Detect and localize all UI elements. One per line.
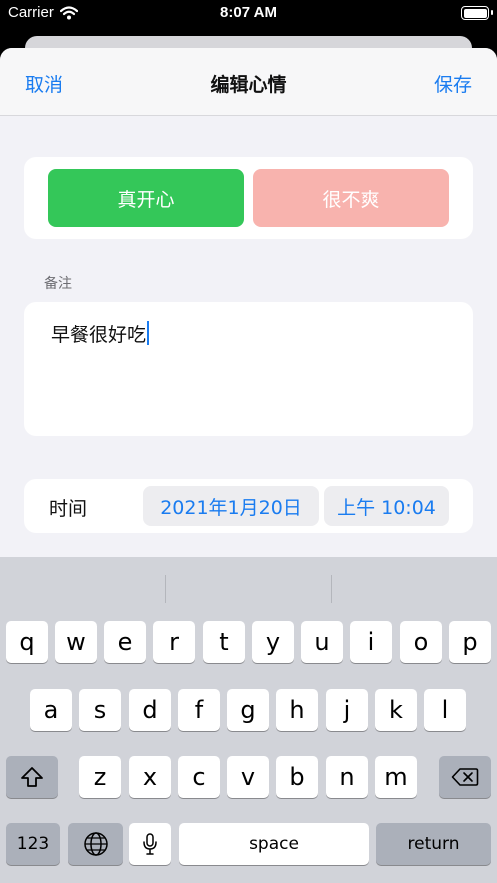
globe-icon (83, 832, 108, 856)
status-time: 8:07 AM (220, 4, 277, 21)
key-e[interactable]: e (104, 621, 146, 663)
key-x[interactable]: x (129, 756, 171, 798)
note-textarea[interactable]: 早餐很好吃 (24, 302, 473, 436)
time-row: 时间 2021年1月20日 上午 10:04 (24, 479, 473, 533)
cancel-button[interactable]: 取消 (25, 70, 63, 97)
key-k[interactable]: k (375, 689, 417, 731)
time-label: 时间 (49, 498, 88, 520)
key-w[interactable]: w (55, 621, 97, 663)
key-j[interactable]: j (326, 689, 368, 731)
happy-button[interactable]: 真开心 (48, 169, 244, 227)
microphone-icon (143, 833, 157, 855)
key-z[interactable]: z (79, 756, 121, 798)
return-key[interactable]: return (376, 823, 491, 865)
page-title: 编辑心情 (210, 74, 287, 96)
key-p[interactable]: p (449, 621, 491, 663)
space-key[interactable]: space (179, 823, 369, 865)
shift-icon (21, 767, 43, 787)
key-y[interactable]: y (252, 621, 294, 663)
key-q[interactable]: q (6, 621, 48, 663)
note-text: 早餐很好吃 (51, 324, 147, 346)
key-r[interactable]: r (153, 621, 195, 663)
note-label: 备注 (44, 276, 72, 292)
key-a[interactable]: a (30, 689, 72, 731)
key-f[interactable]: f (178, 689, 220, 731)
note-text-wrapper: 早餐很好吃 (51, 320, 150, 347)
time-picker[interactable]: 上午 10:04 (324, 486, 449, 526)
key-v[interactable]: v (227, 756, 269, 798)
key-s[interactable]: s (79, 689, 121, 731)
key-m[interactable]: m (375, 756, 417, 798)
key-o[interactable]: o (400, 621, 442, 663)
key-g[interactable]: g (227, 689, 269, 731)
unhappy-button[interactable]: 很不爽 (253, 169, 449, 227)
date-picker[interactable]: 2021年1月20日 (143, 486, 319, 526)
text-caret (147, 321, 150, 345)
key-c[interactable]: c (178, 756, 220, 798)
mood-selector: 真开心 很不爽 (24, 157, 473, 239)
key-i[interactable]: i (350, 621, 392, 663)
key-l[interactable]: l (424, 689, 466, 731)
key-b[interactable]: b (276, 756, 318, 798)
keyboard: q w e r t y u i o p a s d f g h j k l z … (0, 557, 497, 883)
battery-icon (461, 6, 493, 20)
numbers-key[interactable]: 123 (6, 823, 60, 865)
backspace-icon (451, 768, 479, 786)
status-bar: Carrier 8:07 AM (0, 0, 497, 30)
shift-key[interactable] (6, 756, 58, 798)
key-u[interactable]: u (301, 621, 343, 663)
suggestion-divider (165, 575, 166, 603)
suggestion-divider (331, 575, 332, 603)
save-button[interactable]: 保存 (434, 70, 472, 97)
key-d[interactable]: d (129, 689, 171, 731)
key-n[interactable]: n (326, 756, 368, 798)
delete-key[interactable] (439, 756, 491, 798)
navigation-bar: 取消 编辑心情 保存 (0, 48, 497, 116)
globe-key[interactable] (68, 823, 123, 865)
dictation-key[interactable] (129, 823, 171, 865)
key-t[interactable]: t (203, 621, 245, 663)
key-h[interactable]: h (276, 689, 318, 731)
